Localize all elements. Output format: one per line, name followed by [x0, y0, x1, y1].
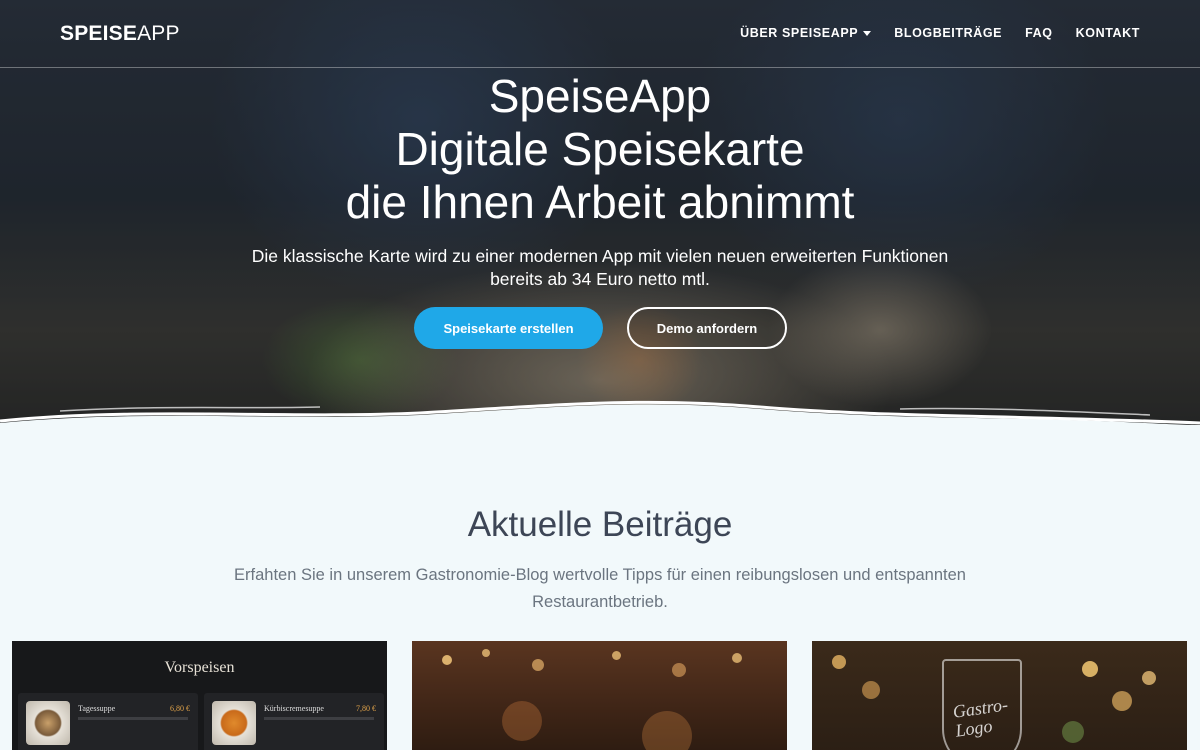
- bokeh-light: [502, 701, 542, 741]
- hero-subtitle: Die klassische Karte wird zu einer moder…: [0, 245, 1200, 291]
- nav-item-faq[interactable]: FAQ: [1025, 26, 1053, 40]
- blog-post-card[interactable]: Gastro- Logo: [812, 641, 1187, 750]
- card-menu-item: Kürbiscremesuppe 7,80 €: [204, 693, 384, 750]
- card-menu-item-name: Tagessuppe: [78, 704, 116, 713]
- nav-item-label: BLOGBEITRÄGE: [894, 26, 1003, 40]
- nav-item-label: FAQ: [1025, 26, 1053, 40]
- hero-subtitle-line: Die klassische Karte wird zu einer moder…: [251, 246, 949, 266]
- card-menu-item-description-line: [264, 717, 374, 720]
- nav-item-ueber-speiseapp[interactable]: ÜBER SPEISEAPP: [740, 26, 872, 40]
- top-navigation: SPEISEAPP ÜBER SPEISEAPP BLOGBEITRÄGE FA…: [0, 0, 1200, 68]
- bokeh-light: [642, 711, 692, 750]
- card-menu-item-price: 6,80 €: [170, 704, 190, 713]
- hero-title: SpeiseApp Digitale Speisekarte die Ihnen…: [0, 70, 1200, 229]
- card-menu-item-price: 7,80 €: [356, 704, 376, 713]
- bokeh-light: [1112, 691, 1132, 711]
- bokeh-light: [612, 651, 621, 660]
- bokeh-light: [672, 663, 686, 677]
- bokeh-light: [1142, 671, 1156, 685]
- bokeh-light: [1082, 661, 1098, 677]
- hero-title-line: die Ihnen Arbeit abnimmt: [345, 176, 855, 228]
- card-menu-item: Tagessuppe 6,80 €: [18, 693, 198, 750]
- hero-section: SPEISEAPP ÜBER SPEISEAPP BLOGBEITRÄGE FA…: [0, 0, 1200, 440]
- brand-logo-light: APP: [137, 22, 180, 45]
- card-menu-heading: Vorspeisen: [164, 659, 235, 676]
- brand-logo-bold: SPEISE: [60, 22, 138, 45]
- blog-post-card[interactable]: Vorspeisen Tagessuppe 6,80 € Kürbiscreme…: [12, 641, 387, 750]
- bokeh-light: [482, 649, 490, 657]
- create-menu-button[interactable]: Speisekarte erstellen: [414, 307, 603, 349]
- posts-section-description: Erfahten Sie in unserem Gastronomie-Blog…: [234, 566, 966, 611]
- hero-title-line: SpeiseApp: [488, 70, 712, 122]
- hero-subtitle-line: bereits ab 34 Euro netto mtl.: [490, 269, 710, 289]
- card-menu-item-name: Kürbiscremesuppe: [264, 704, 324, 713]
- soup-image: [26, 701, 70, 745]
- brand-logo[interactable]: SPEISEAPP: [60, 22, 180, 46]
- gastro-logo-engraving: Gastro- Logo: [951, 694, 1012, 740]
- main-menu: ÜBER SPEISEAPP BLOGBEITRÄGE FAQ KONTAKT: [740, 26, 1140, 40]
- posts-section-title: Aktuelle Beiträge: [467, 505, 733, 544]
- nav-item-kontakt[interactable]: KONTAKT: [1076, 26, 1140, 40]
- bokeh-light: [732, 653, 742, 663]
- bokeh-light: [1062, 721, 1084, 743]
- nav-item-blogbeitraege[interactable]: BLOGBEITRÄGE: [894, 26, 1002, 40]
- bokeh-light: [832, 655, 846, 669]
- bokeh-light: [862, 681, 880, 699]
- blog-post-card[interactable]: [412, 641, 787, 750]
- wave-divider: [0, 400, 1200, 440]
- bokeh-light: [442, 655, 452, 665]
- hero-title-line: Digitale Speisekarte: [395, 123, 805, 175]
- nav-item-label: KONTAKT: [1075, 26, 1140, 40]
- request-demo-button[interactable]: Demo anfordern: [627, 307, 787, 349]
- bokeh-light: [532, 659, 544, 671]
- caret-down-icon: [863, 30, 872, 36]
- soup-image: [212, 701, 256, 745]
- nav-item-label: ÜBER SPEISEAPP: [740, 26, 859, 40]
- card-menu-item-description-line: [78, 717, 188, 720]
